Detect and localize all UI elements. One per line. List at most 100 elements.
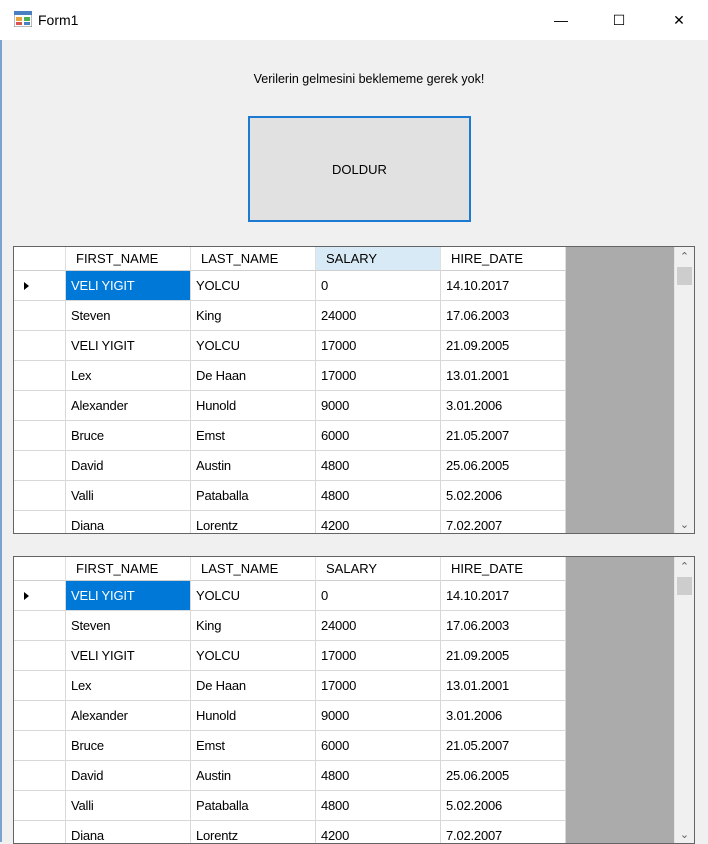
grid-cell[interactable]: VELI YIGIT — [66, 271, 191, 301]
grid-cell[interactable]: 14.10.2017 — [441, 271, 566, 301]
column-header-hire-date[interactable]: HIRE_DATE — [441, 557, 566, 581]
grid-cell[interactable]: Emst — [191, 731, 316, 761]
row-header[interactable] — [14, 451, 66, 481]
grid-cell[interactable]: 17000 — [316, 361, 441, 391]
row-header[interactable] — [14, 301, 66, 331]
column-header-first-name[interactable]: FIRST_NAME — [66, 247, 191, 271]
row-header[interactable] — [14, 761, 66, 791]
grid-cell[interactable]: Lorentz — [191, 821, 316, 843]
scroll-up-icon[interactable]: ⌃ — [675, 247, 694, 265]
grid-cell[interactable]: 6000 — [316, 731, 441, 761]
grid-cell[interactable]: Valli — [66, 791, 191, 821]
grid-cell[interactable]: De Haan — [191, 361, 316, 391]
row-header[interactable] — [14, 671, 66, 701]
grid-cell[interactable]: De Haan — [191, 671, 316, 701]
grid-cell[interactable]: 17.06.2003 — [441, 611, 566, 641]
grid-cell[interactable]: 21.05.2007 — [441, 421, 566, 451]
row-header[interactable] — [14, 701, 66, 731]
row-header[interactable] — [14, 421, 66, 451]
grid-cell[interactable]: Bruce — [66, 731, 191, 761]
grid-cell[interactable]: 3.01.2006 — [441, 701, 566, 731]
grid-cell[interactable]: Austin — [191, 451, 316, 481]
scroll-up-icon[interactable]: ⌃ — [675, 557, 694, 575]
grid-cell[interactable]: 7.02.2007 — [441, 511, 566, 533]
grid-corner[interactable] — [14, 247, 66, 271]
grid-cell[interactable]: Steven — [66, 301, 191, 331]
grid-cell[interactable]: YOLCU — [191, 641, 316, 671]
grid-cell[interactable]: 9000 — [316, 701, 441, 731]
grid-cell[interactable]: 13.01.2001 — [441, 671, 566, 701]
grid-cell[interactable]: 13.01.2001 — [441, 361, 566, 391]
column-header-last-name[interactable]: LAST_NAME — [191, 247, 316, 271]
row-header[interactable] — [14, 481, 66, 511]
grid-cell[interactable]: 4200 — [316, 511, 441, 533]
vertical-scrollbar[interactable]: ⌃ ⌄ — [674, 557, 694, 843]
row-header[interactable] — [14, 511, 66, 533]
grid-cell[interactable]: 4800 — [316, 481, 441, 511]
grid-cell[interactable]: Lex — [66, 671, 191, 701]
grid-cell[interactable]: 25.06.2005 — [441, 451, 566, 481]
grid-cell[interactable]: Lex — [66, 361, 191, 391]
grid-cell[interactable]: 3.01.2006 — [441, 391, 566, 421]
row-header[interactable] — [14, 611, 66, 641]
grid-cell[interactable]: 14.10.2017 — [441, 581, 566, 611]
fill-button[interactable]: DOLDUR — [248, 116, 471, 222]
grid-cell[interactable]: 24000 — [316, 301, 441, 331]
grid-cell[interactable]: 17000 — [316, 671, 441, 701]
row-header[interactable] — [14, 821, 66, 843]
grid-cell[interactable]: Emst — [191, 421, 316, 451]
row-header[interactable] — [14, 581, 66, 611]
scroll-thumb[interactable] — [677, 577, 692, 595]
grid-cell[interactable]: 6000 — [316, 421, 441, 451]
grid-cell[interactable]: Alexander — [66, 701, 191, 731]
grid-cell[interactable]: 21.09.2005 — [441, 641, 566, 671]
column-header-salary[interactable]: SALARY — [316, 557, 441, 581]
grid-cell[interactable]: 4800 — [316, 451, 441, 481]
grid-cell[interactable]: VELI YIGIT — [66, 641, 191, 671]
grid-cell[interactable]: King — [191, 611, 316, 641]
grid-cell[interactable]: YOLCU — [191, 581, 316, 611]
column-header-salary[interactable]: SALARY — [316, 247, 441, 271]
grid-cell[interactable]: 0 — [316, 581, 441, 611]
grid-cell[interactable]: 5.02.2006 — [441, 481, 566, 511]
grid-cell[interactable]: 0 — [316, 271, 441, 301]
grid-cell[interactable]: VELI YIGIT — [66, 331, 191, 361]
grid-cell[interactable]: David — [66, 451, 191, 481]
grid-cell[interactable]: VELI YIGIT — [66, 581, 191, 611]
grid-cell[interactable]: 21.05.2007 — [441, 731, 566, 761]
row-header[interactable] — [14, 791, 66, 821]
row-header[interactable] — [14, 271, 66, 301]
scroll-down-icon[interactable]: ⌄ — [675, 825, 694, 843]
grid-cell[interactable]: 4800 — [316, 761, 441, 791]
row-header[interactable] — [14, 331, 66, 361]
grid-cell[interactable]: Diana — [66, 511, 191, 533]
grid-cell[interactable]: Bruce — [66, 421, 191, 451]
grid-cell[interactable]: Alexander — [66, 391, 191, 421]
grid-cell[interactable]: 21.09.2005 — [441, 331, 566, 361]
grid-cell[interactable]: Valli — [66, 481, 191, 511]
grid-cell[interactable]: 17000 — [316, 641, 441, 671]
row-header[interactable] — [14, 731, 66, 761]
grid-cell[interactable]: 9000 — [316, 391, 441, 421]
grid-cell[interactable]: YOLCU — [191, 271, 316, 301]
grid-cell[interactable]: Pataballa — [191, 791, 316, 821]
maximize-button[interactable]: ☐ — [590, 0, 648, 40]
grid-cell[interactable]: Hunold — [191, 701, 316, 731]
minimize-button[interactable]: — — [532, 0, 590, 40]
row-header[interactable] — [14, 361, 66, 391]
close-button[interactable]: ✕ — [650, 0, 708, 40]
grid-cell[interactable]: Lorentz — [191, 511, 316, 533]
grid-cell[interactable]: Austin — [191, 761, 316, 791]
grid-cell[interactable]: 25.06.2005 — [441, 761, 566, 791]
grid-cell[interactable]: 4800 — [316, 791, 441, 821]
vertical-scrollbar[interactable]: ⌃ ⌄ — [674, 247, 694, 533]
row-header[interactable] — [14, 391, 66, 421]
grid-cell[interactable]: Pataballa — [191, 481, 316, 511]
column-header-first-name[interactable]: FIRST_NAME — [66, 557, 191, 581]
grid-cell[interactable]: Diana — [66, 821, 191, 843]
grid-cell[interactable]: YOLCU — [191, 331, 316, 361]
row-header[interactable] — [14, 641, 66, 671]
grid-corner[interactable] — [14, 557, 66, 581]
grid-cell[interactable]: Steven — [66, 611, 191, 641]
grid-cell[interactable]: 17.06.2003 — [441, 301, 566, 331]
